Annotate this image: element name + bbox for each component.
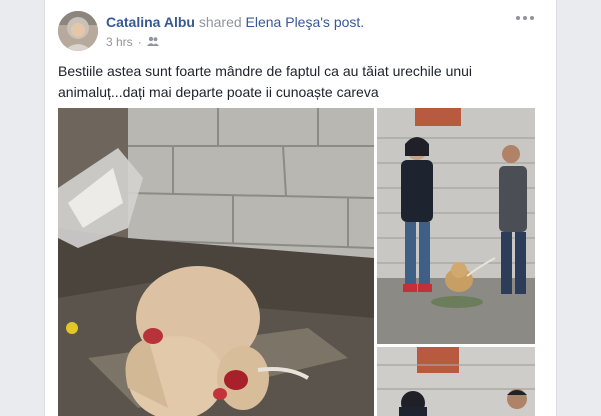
author-name[interactable]: Catalina Albu bbox=[106, 14, 195, 30]
more-options-icon[interactable] bbox=[516, 12, 534, 24]
post-photo-tertiary[interactable] bbox=[377, 347, 535, 416]
post-meta: 3 hrs · bbox=[106, 35, 159, 49]
author-avatar[interactable] bbox=[58, 11, 98, 51]
post-card: Catalina Albu shared Elena Pleşa's post.… bbox=[44, 0, 557, 416]
original-author-link[interactable]: Elena Pleşa bbox=[246, 14, 321, 30]
post-photo-main[interactable] bbox=[58, 108, 374, 416]
more-options-dot bbox=[530, 16, 534, 20]
friends-icon[interactable] bbox=[146, 35, 159, 49]
post-timestamp[interactable]: 3 hrs bbox=[106, 35, 133, 49]
post-body-text: Bestiile astea sunt foarte mândre de fap… bbox=[58, 61, 538, 103]
more-options-dot bbox=[523, 16, 527, 20]
post-text-line: animaluț...dați mai departe poate ii cun… bbox=[58, 84, 379, 100]
original-post-link[interactable]: 's post. bbox=[320, 14, 364, 30]
post-header: Catalina Albu shared Elena Pleşa's post. bbox=[106, 13, 364, 31]
post-photo-secondary[interactable] bbox=[377, 108, 535, 344]
post-text-line: Bestiile astea sunt foarte mândre de fap… bbox=[58, 63, 473, 79]
meta-separator: · bbox=[137, 35, 142, 49]
shared-label: shared bbox=[198, 14, 242, 30]
more-options-dot bbox=[516, 16, 520, 20]
